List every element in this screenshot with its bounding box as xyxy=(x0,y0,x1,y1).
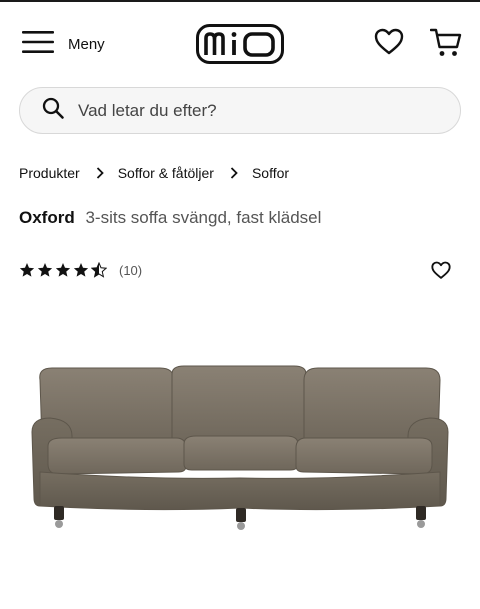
cart-button[interactable] xyxy=(429,28,462,63)
rating-stars xyxy=(19,262,107,278)
star-half-icon xyxy=(91,262,107,278)
chevron-right-icon xyxy=(96,167,104,179)
site-header: Meny xyxy=(0,2,480,84)
hamburger-menu-icon xyxy=(22,30,54,59)
breadcrumb-item-produkter[interactable]: Produkter xyxy=(19,165,80,181)
add-to-wishlist-button[interactable] xyxy=(431,261,451,285)
product-description: 3-sits soffa svängd, fast klädsel xyxy=(85,208,322,227)
favorites-button[interactable] xyxy=(374,28,404,61)
heart-icon xyxy=(374,28,404,60)
product-title: Oxford 3-sits soffa svängd, fast klädsel xyxy=(19,208,321,228)
heart-icon xyxy=(431,261,451,284)
menu-label: Meny xyxy=(68,36,105,53)
product-brand: Oxford xyxy=(19,208,75,227)
breadcrumb-item-soffor-fatoljer[interactable]: Soffor & fåtöljer xyxy=(118,165,214,181)
star-icon xyxy=(19,263,35,277)
breadcrumb-item-soffor[interactable]: Soffor xyxy=(252,165,289,181)
star-icon xyxy=(73,263,89,277)
chevron-right-icon xyxy=(230,167,238,179)
star-icon xyxy=(55,263,71,277)
star-icon xyxy=(37,263,53,277)
search-input[interactable] xyxy=(78,100,418,121)
mio-logo[interactable] xyxy=(196,24,284,69)
product-rating[interactable]: (10) xyxy=(19,262,142,278)
cart-icon xyxy=(429,28,462,62)
review-count: (10) xyxy=(119,262,143,278)
breadcrumb: Produkter Soffor & fåtöljer Soffor xyxy=(19,165,289,181)
menu-button[interactable]: Meny xyxy=(22,30,105,59)
search-bar[interactable] xyxy=(19,87,461,134)
product-image[interactable] xyxy=(28,360,452,540)
sofa-image xyxy=(31,365,449,530)
search-icon xyxy=(42,97,64,124)
